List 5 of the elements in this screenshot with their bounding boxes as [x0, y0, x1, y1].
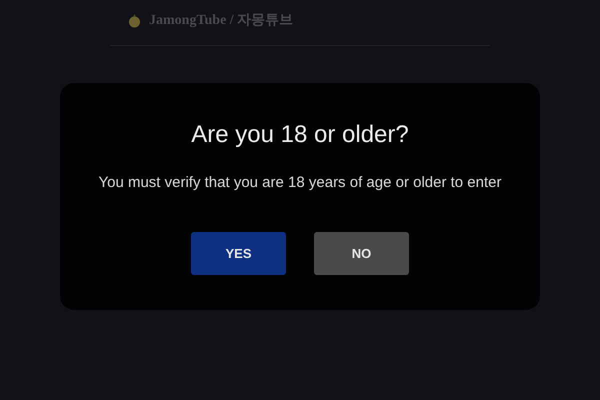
logo-icon [128, 14, 141, 28]
dialog-message: You must verify that you are 18 years of age or older to enter [97, 172, 502, 193]
no-button[interactable]: NO [314, 232, 409, 276]
dialog-title: Are you 18 or older? [190, 121, 410, 150]
yes-button[interactable]: YES [191, 232, 286, 276]
